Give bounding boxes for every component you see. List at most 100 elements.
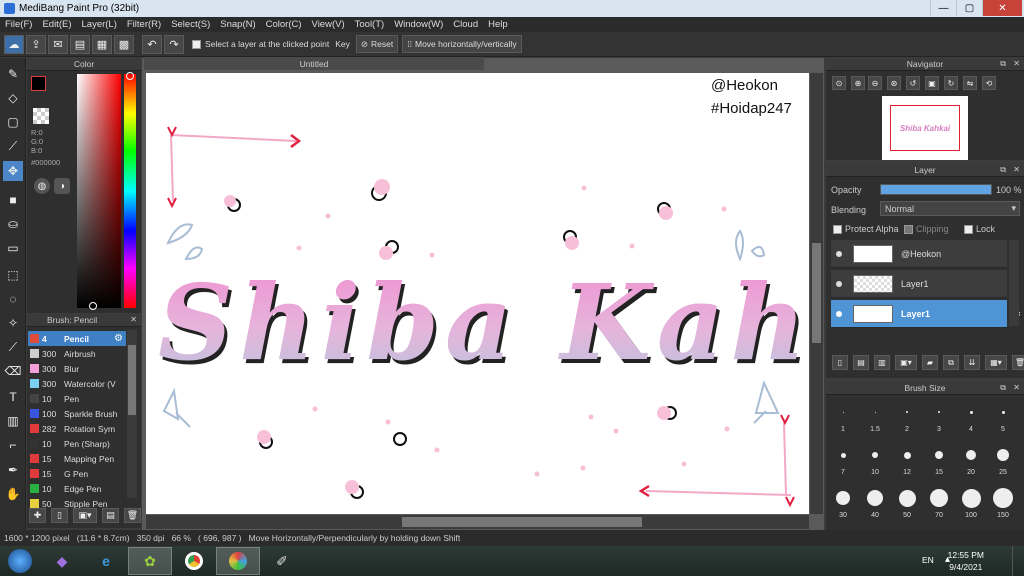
select-layer-checkbox[interactable]: [192, 39, 201, 49]
menu-view[interactable]: View(V): [307, 19, 350, 30]
brush-item[interactable]: 300 Watercolor (V: [28, 376, 126, 391]
brush-settings-gear-icon[interactable]: ⚙: [114, 333, 123, 344]
hue-slider[interactable]: [124, 74, 136, 308]
menu-tool[interactable]: Tool(T): [350, 19, 390, 30]
maximize-button[interactable]: ▢: [956, 0, 982, 16]
menu-help[interactable]: Help: [483, 19, 513, 30]
brush-item[interactable]: 300 Blur: [28, 361, 126, 376]
divide-tool-icon[interactable]: ▥: [3, 411, 23, 431]
zoom-reset-icon[interactable]: ⊛: [887, 76, 901, 90]
palette-icon[interactable]: ◍: [34, 178, 50, 194]
canvas-horizontal-scrollbar[interactable]: [146, 515, 809, 529]
lock-checkbox[interactable]: [964, 224, 973, 234]
chat-icon[interactable]: ▤: [70, 34, 90, 54]
app-taskbar-icon[interactable]: ✿: [128, 547, 172, 575]
brush-size-option[interactable]: 15: [925, 439, 953, 481]
menu-edit[interactable]: Edit(E): [37, 19, 76, 30]
brush-size-float-icon[interactable]: ⧉: [1000, 383, 1006, 393]
protect-alpha-checkbox[interactable]: [833, 224, 842, 234]
brush-size-option[interactable]: 30: [829, 482, 857, 524]
eyedropper-tool-icon[interactable]: ⌐: [3, 435, 23, 455]
add-brush-icon[interactable]: ✚: [29, 508, 46, 523]
menu-select[interactable]: Select(S): [166, 19, 215, 30]
menu-filter[interactable]: Filter(R): [122, 19, 166, 30]
flip-icon[interactable]: ⇋: [963, 76, 977, 90]
select-pen-tool-icon[interactable]: ⟋: [3, 337, 23, 357]
foreground-color-swatch[interactable]: [31, 76, 46, 91]
text-tool-icon[interactable]: T: [3, 387, 23, 407]
menu-file[interactable]: File(F): [0, 19, 37, 30]
duplicate-layer-icon[interactable]: ⧉: [943, 355, 959, 370]
chrome-taskbar-icon[interactable]: [172, 547, 216, 575]
brush-size-option[interactable]: 40: [861, 482, 889, 524]
eraser-tool-icon[interactable]: ◇: [3, 88, 23, 108]
navigator-viewport[interactable]: Shiba Kahkai: [890, 105, 960, 151]
layer-visibility-icon[interactable]: [836, 310, 842, 317]
undo-icon[interactable]: ↶: [142, 34, 162, 54]
brush-size-option[interactable]: 150: [989, 482, 1017, 524]
brush-size-option[interactable]: 1: [829, 396, 857, 438]
show-desktop-button[interactable]: [1012, 546, 1024, 576]
close-button[interactable]: ✕: [982, 0, 1022, 16]
opacity-slider[interactable]: [880, 184, 992, 195]
brush-item[interactable]: 15 Mapping Pen: [28, 451, 126, 466]
brush-menu-icon[interactable]: ▣▾: [73, 508, 97, 523]
brush-size-option[interactable]: 2: [893, 396, 921, 438]
comment-icon[interactable]: ✉: [48, 34, 68, 54]
minimize-button[interactable]: —: [930, 0, 956, 16]
brush-settings-icon[interactable]: ▤: [102, 508, 119, 523]
blending-select[interactable]: Normal ▾: [880, 201, 1020, 216]
menu-layer[interactable]: Layer(L): [77, 19, 122, 30]
brush-item[interactable]: 10 Pen (Sharp): [28, 436, 126, 451]
dot-tool-icon[interactable]: ▢: [3, 112, 23, 132]
brush-list-scrollbar[interactable]: [127, 330, 137, 498]
hue-slider-handle[interactable]: [126, 72, 134, 80]
brush-item[interactable]: 300 Airbrush: [28, 346, 126, 361]
menu-window[interactable]: Window(W): [389, 19, 448, 30]
layer-row-selected[interactable]: Layer1⚙: [831, 300, 1021, 328]
pen-tool-icon[interactable]: ✒: [3, 460, 23, 480]
navigator-float-icon[interactable]: ⧉: [1000, 59, 1006, 69]
fill-rect-tool-icon[interactable]: ■: [3, 190, 23, 210]
brush-size-option[interactable]: 10: [861, 439, 889, 481]
brush-item[interactable]: 282 Rotation Sym: [28, 421, 126, 436]
zoom-fit-icon[interactable]: ⊙: [832, 76, 846, 90]
reset-rotation-icon[interactable]: ⟲: [982, 76, 996, 90]
start-button[interactable]: [0, 547, 40, 575]
new-color-layer-icon[interactable]: ▤: [853, 355, 869, 370]
drawing-canvas[interactable]: Shiba Kahkai Shiba Kahkai @Heokon #Hoida…: [146, 73, 809, 514]
lasso-tool-icon[interactable]: ◌: [3, 289, 23, 309]
lock-option[interactable]: Lock: [964, 224, 995, 234]
brush-tool-icon[interactable]: ✎: [3, 64, 23, 84]
brush-item-selected[interactable]: 4 Pencil ⚙: [28, 331, 126, 346]
move-hv-button[interactable]: ⁞⁞ Move horizontally/vertically: [402, 35, 522, 53]
delete-layer-icon[interactable]: 🗑: [1012, 355, 1024, 370]
new-layer-icon[interactable]: ▯: [832, 355, 848, 370]
language-indicator[interactable]: EN: [922, 555, 934, 565]
panel-close-icon[interactable]: ✕: [130, 315, 137, 324]
bucket-tool-icon[interactable]: ⛀: [3, 214, 23, 234]
select-eraser-tool-icon[interactable]: ⌫: [3, 361, 23, 381]
layer-list-scrollbar[interactable]: [1009, 240, 1019, 326]
document-tab[interactable]: Untitled: [144, 57, 484, 70]
layer-menu-icon[interactable]: ▦▾: [985, 355, 1007, 370]
document-icon[interactable]: ▦: [92, 34, 112, 54]
brush-size-option[interactable]: 50: [893, 482, 921, 524]
reset-button[interactable]: ⊘ Reset: [355, 35, 399, 53]
clipping-option[interactable]: Clipping: [904, 224, 949, 234]
brush-size-option[interactable]: 4: [957, 396, 985, 438]
brush-size-option[interactable]: 3: [925, 396, 953, 438]
color-set-icon[interactable]: ◑: [54, 178, 70, 194]
brush-item[interactable]: 100 Sparkle Brush: [28, 406, 126, 421]
hand-tool-icon[interactable]: ✋: [3, 484, 23, 504]
brush-size-option[interactable]: 7: [829, 439, 857, 481]
brush-size-option[interactable]: 12: [893, 439, 921, 481]
paint-taskbar-icon[interactable]: ✐: [260, 547, 304, 575]
visual-studio-taskbar-icon[interactable]: ◆: [40, 547, 84, 575]
brush-item[interactable]: 15 G Pen: [28, 466, 126, 481]
brush-size-option[interactable]: 1.5: [861, 396, 889, 438]
rotate-left-icon[interactable]: ↺: [906, 76, 920, 90]
move-tool-icon[interactable]: ✥: [3, 161, 23, 181]
zoom-out-icon[interactable]: ⊖: [868, 76, 882, 90]
add-layer-menu-icon[interactable]: ▣▾: [895, 355, 917, 370]
